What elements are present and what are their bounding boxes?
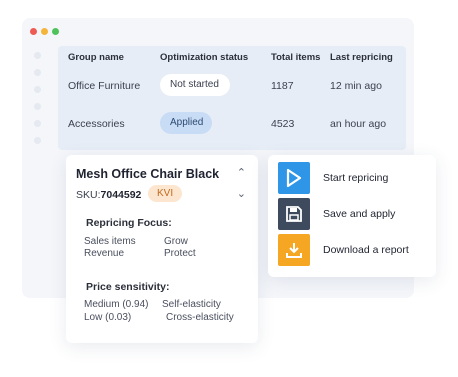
kvi-badge: KVI [148, 185, 183, 202]
chevron-down-icon[interactable]: ⌄ [237, 187, 246, 200]
download-icon [278, 234, 310, 266]
save-and-apply-button[interactable]: Save and apply [278, 198, 428, 230]
actions-menu: Start repricing Save and apply Download … [268, 155, 436, 277]
product-sku: SKU:7044592 [76, 189, 141, 201]
start-repricing-label: Start repricing [323, 172, 389, 184]
maximize-window-button[interactable] [52, 28, 59, 35]
status-badge: Applied [160, 112, 212, 134]
total-items-cell: 1187 [271, 80, 294, 92]
repricing-focus-title: Repricing Focus: [86, 217, 172, 229]
product-card: Mesh Office Chair Black ⌃ ⌄ SKU:7044592 … [66, 155, 258, 343]
price-sensitivity-title: Price sensitivity: [86, 281, 170, 293]
table-row[interactable]: Office Furniture Not started 1187 12 min… [68, 74, 406, 98]
sidebar-item[interactable] [34, 137, 41, 144]
sensitivity-type: Self-elasticity [162, 299, 221, 310]
close-window-button[interactable] [30, 28, 37, 35]
sensitivity-value: Low (0.03) [84, 312, 132, 323]
group-name-cell: Accessories [68, 118, 125, 130]
save-and-apply-label: Save and apply [323, 208, 396, 220]
status-badge: Not started [160, 74, 230, 96]
focus-key: Sales items [84, 236, 136, 247]
focus-value: Protect [164, 248, 196, 259]
product-name: Mesh Office Chair Black [76, 167, 220, 181]
column-header-total[interactable]: Total items [271, 52, 320, 63]
chevron-up-icon[interactable]: ⌃ [237, 166, 246, 179]
sidebar-item[interactable] [34, 103, 41, 110]
last-repricing-cell: 12 min ago [330, 80, 382, 92]
sidebar-item[interactable] [34, 86, 41, 93]
sidebar-item[interactable] [34, 120, 41, 127]
sensitivity-type: Cross-elasticity [166, 312, 234, 323]
groups-table: Group name Optimization status Total ite… [58, 46, 406, 150]
download-report-label: Download a report [323, 244, 409, 256]
window-controls [30, 28, 59, 35]
sensitivity-value: Medium (0.94) [84, 299, 149, 310]
group-name-cell: Office Furniture [68, 80, 141, 92]
download-report-button[interactable]: Download a report [278, 234, 428, 266]
play-icon [278, 162, 310, 194]
total-items-cell: 4523 [271, 118, 295, 130]
column-header-group[interactable]: Group name [68, 52, 124, 63]
minimize-window-button[interactable] [41, 28, 48, 35]
column-header-last-repricing[interactable]: Last repricing [330, 52, 393, 63]
sidebar-rail [34, 52, 44, 144]
focus-key: Revenue [84, 248, 125, 259]
focus-value: Grow [164, 236, 188, 247]
column-header-status[interactable]: Optimization status [160, 52, 248, 63]
floppy-disk-icon [278, 198, 310, 230]
last-repricing-cell: an hour ago [330, 118, 387, 130]
sidebar-item[interactable] [34, 52, 41, 59]
sku-label: SKU: [76, 189, 101, 201]
start-repricing-button[interactable]: Start repricing [278, 162, 428, 194]
sku-value: 7044592 [100, 189, 142, 201]
sidebar-item[interactable] [34, 69, 41, 76]
table-row[interactable]: Accessories Applied 4523 an hour ago [68, 112, 406, 136]
